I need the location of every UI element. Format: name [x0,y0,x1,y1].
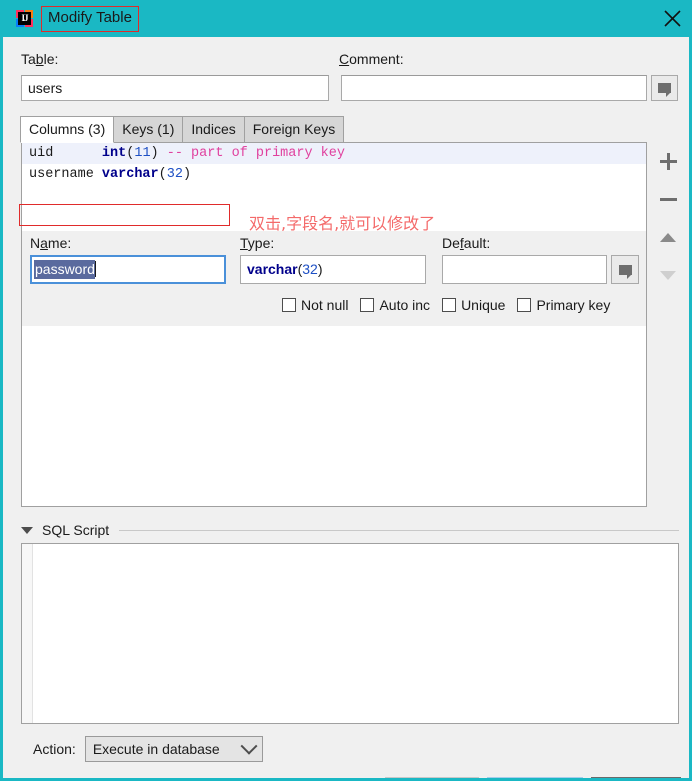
table-row[interactable]: uid int(11) -- part of primary key [22,143,646,164]
preview-button[interactable]: Preview [487,777,583,778]
checkbox-auto-inc[interactable]: Auto inc [360,297,430,313]
column-name: username [29,167,94,182]
column-comment: -- part of primary key [158,146,345,161]
cancel-button[interactable]: Cancel [591,777,681,778]
tab-foreign-keys[interactable]: Foreign Keys [243,116,345,143]
column-editor: Name: Type: Default: password varchar(32… [22,231,646,326]
checkbox-unique[interactable]: Unique [442,297,505,313]
checkbox-box [442,298,457,312]
triangle-down-icon [21,526,33,534]
add-column-button[interactable] [651,142,685,180]
plus-icon [659,152,677,170]
type-label: Type: [240,235,275,251]
checkbox-box [282,298,296,312]
action-select-value: Execute in database [92,741,220,757]
column-pad [53,146,102,161]
column-type-length: 32 [302,261,318,277]
sql-gutter [22,544,33,723]
action-row: Action: Execute in database [33,736,263,762]
table-name-input[interactable] [21,75,329,101]
comment-input[interactable] [341,75,647,101]
column-pad [94,167,102,182]
sql-script-header[interactable]: SQL Script [21,521,679,539]
tab-strip: Columns (3) Keys (1) Indices Foreign Key… [20,116,345,143]
title-bar: IJ Modify Table [3,0,689,37]
sql-script-editor[interactable] [21,543,679,724]
sql-script-text[interactable] [33,544,678,723]
tab-indices[interactable]: Indices [182,116,245,143]
default-label: Default: [442,235,491,251]
tab-keys[interactable]: Keys (1) [113,116,184,143]
checkbox-box [360,298,375,312]
checkbox-primary-key[interactable]: Primary key [517,297,610,313]
execute-button[interactable]: Execute [385,777,479,778]
table-name-label: Table: [21,51,59,67]
column-type-value: varchar [247,261,298,277]
checkbox-label: Auto inc [379,297,431,313]
column-type: varchar [101,167,159,182]
column-name-input[interactable]: password [30,255,226,284]
column-length: 11 [134,146,151,161]
modify-table-dialog: IJ Modify Table Table: Comment: Columns … [0,0,692,781]
checkbox-label: Primary key [536,297,611,313]
column-flags: Not null Auto inc Unique Primary key [282,297,610,313]
columns-toolbar [651,142,685,302]
dialog-body: Table: Comment: Columns (3) Keys (1) Ind… [3,37,689,778]
sql-script-title: SQL Script [42,522,110,538]
default-comment-bubble-icon[interactable] [611,255,639,284]
arrow-down-icon [660,270,676,280]
column-type: int [101,146,127,161]
move-up-button[interactable] [651,218,685,256]
intellij-idea-logo-icon: IJ [16,10,33,27]
chevron-down-icon [240,737,258,755]
arrow-up-icon [660,232,676,242]
name-label: Name: [30,235,72,251]
move-down-button [651,256,685,294]
remove-column-button[interactable] [651,180,685,218]
action-select[interactable]: Execute in database [84,736,263,762]
action-label: Action: [33,741,76,757]
column-default-input[interactable] [442,255,607,284]
checkbox-not-null[interactable]: Not null [282,297,348,313]
column-name: uid [29,146,54,161]
divider [119,529,679,531]
column-type-input[interactable]: varchar(32) [240,255,426,284]
column-name-input-value: password [34,260,95,279]
checkbox-label: Unique [461,297,506,313]
minus-icon [659,197,677,201]
comment-label: Comment: [339,51,404,67]
tab-columns[interactable]: Columns (3) [20,116,115,143]
column-length: 32 [166,167,183,182]
table-row[interactable]: username varchar(32) [22,164,646,185]
checkbox-box [517,298,532,312]
checkbox-label: Not null [301,297,349,313]
close-icon[interactable] [649,0,689,37]
comment-bubble-icon[interactable] [651,75,678,101]
window-title: Modify Table [41,5,139,32]
